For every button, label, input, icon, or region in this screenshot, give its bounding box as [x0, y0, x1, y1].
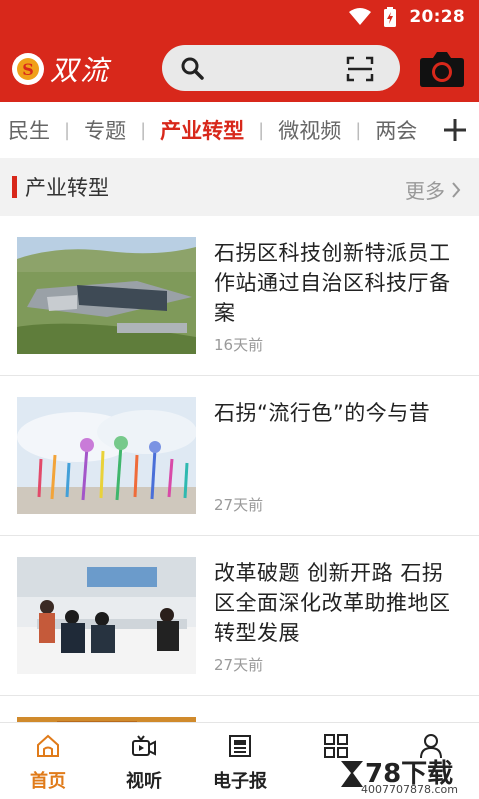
- more-link[interactable]: 更多: [405, 175, 461, 204]
- nav-home-label: 首页: [30, 771, 66, 792]
- tab-divider: |: [355, 119, 362, 141]
- status-time: 20:28: [409, 7, 465, 27]
- article-thumbnail: [17, 237, 196, 354]
- tab-weishipin[interactable]: 微视频: [276, 115, 343, 145]
- nav-home[interactable]: 首页: [0, 723, 96, 799]
- battery-icon: [384, 7, 397, 27]
- article-title: 石拐区科技创新特派员工作站通过自治区科技厅备案: [214, 241, 451, 325]
- aerial-photo-image: [17, 237, 196, 354]
- article-time: 16天前: [214, 336, 264, 354]
- logo-badge-letter: S: [17, 58, 39, 80]
- status-bar: 20:28: [349, 6, 465, 28]
- tab-minsheng[interactable]: 民生: [6, 115, 52, 145]
- video-icon: [132, 735, 156, 756]
- app-logo[interactable]: S 双流: [12, 50, 134, 88]
- nav-epaper-label: 电子报: [213, 771, 267, 792]
- logo-text: 双流: [50, 54, 111, 87]
- colorful-sculpture-image: [17, 397, 196, 514]
- app-root: 20:28 S 双流 民生 | 专题 | 产业转型 | 微视频 | 两会 产业转…: [0, 0, 479, 799]
- plus-icon: [444, 119, 466, 141]
- section-title: 产业转型: [25, 176, 109, 200]
- article-time: 27天前: [214, 496, 264, 514]
- tab-lianghui[interactable]: 两会: [373, 115, 419, 145]
- section-accent-bar: [12, 176, 17, 198]
- article-thumbnail: [17, 397, 196, 514]
- search-icon: [181, 57, 204, 80]
- watermark: 78下载 4007707878.com: [339, 757, 479, 799]
- wifi-icon: [349, 8, 372, 25]
- article-item[interactable]: 石拐“流行色”的今与昔 27天前: [0, 376, 479, 536]
- app-header: 20:28 S 双流: [0, 0, 479, 102]
- grid-icon: [324, 734, 348, 758]
- scan-icon[interactable]: [346, 56, 374, 82]
- article-thumbnail: [17, 557, 196, 674]
- newspaper-icon: [229, 735, 251, 757]
- section-header: 产业转型 更多: [0, 158, 479, 216]
- office-photo-image: [17, 557, 196, 674]
- search-bar[interactable]: [162, 45, 400, 91]
- article-time: 27天前: [214, 656, 264, 674]
- camera-icon[interactable]: [419, 48, 465, 88]
- tab-divider: |: [258, 119, 265, 141]
- tab-divider: |: [140, 119, 147, 141]
- nav-media[interactable]: 视听: [96, 723, 192, 799]
- tab-zhuanti[interactable]: 专题: [82, 115, 128, 145]
- tab-divider: |: [64, 119, 71, 141]
- tab-chanye-zhuanxing[interactable]: 产业转型: [158, 115, 246, 145]
- article-item[interactable]: 石拐区科技创新特派员工作站通过自治区科技厅备案 16天前: [0, 216, 479, 376]
- logo-badge: S: [12, 53, 44, 85]
- article-title: 改革破题 创新开路 石拐区全面深化改革助推地区转型发展: [214, 561, 451, 645]
- article-title: 石拐“流行色”的今与昔: [214, 401, 431, 425]
- article-list: 石拐区科技创新特派员工作站通过自治区科技厅备案 16天前 石拐“流行色”的今与昔…: [0, 216, 479, 736]
- watermark-url: 4007707878.com: [361, 783, 458, 796]
- more-label: 更多: [405, 179, 445, 203]
- channel-tabs: 民生 | 专题 | 产业转型 | 微视频 | 两会: [0, 102, 479, 158]
- tab-row: 民生 | 专题 | 产业转型 | 微视频 | 两会: [6, 102, 419, 158]
- nav-epaper[interactable]: 电子报: [192, 723, 288, 799]
- chevron-right-icon: [452, 181, 461, 198]
- home-icon: [37, 734, 59, 757]
- bottom-nav: 首页 视听 电子报 78下载 4007707878.com: [0, 722, 479, 799]
- add-channel-button[interactable]: [431, 102, 479, 158]
- nav-media-label: 视听: [126, 771, 162, 792]
- article-item[interactable]: 改革破题 创新开路 石拐区全面深化改革助推地区转型发展 27天前: [0, 536, 479, 696]
